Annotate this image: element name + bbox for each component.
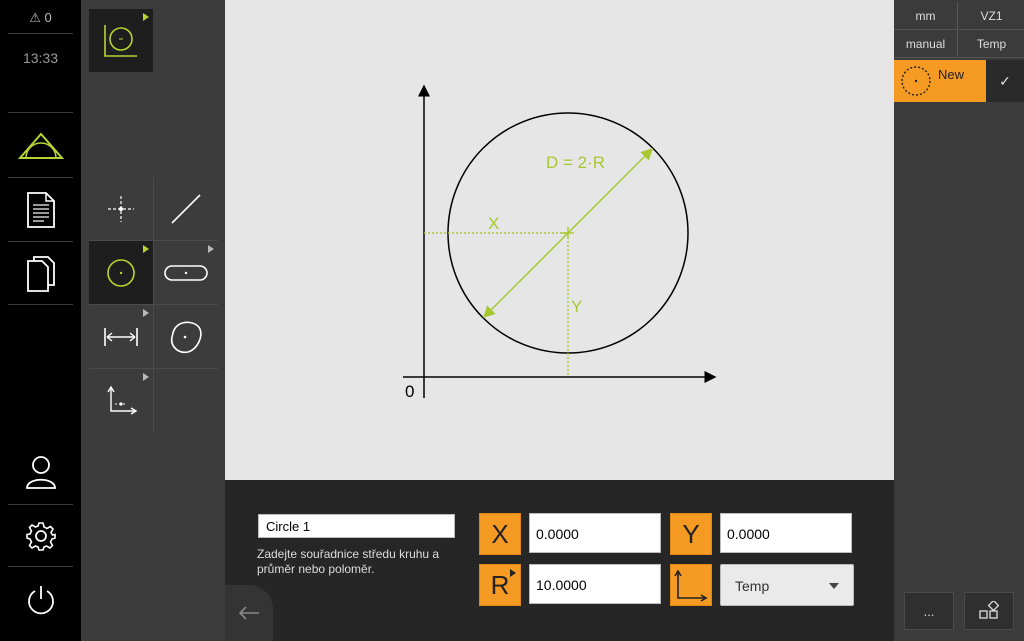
mode-button[interactable]: manual — [894, 30, 958, 58]
chevron-down-icon — [829, 583, 839, 589]
x-label: X — [488, 214, 499, 233]
more-button[interactable]: ... — [904, 592, 954, 630]
main-menu: ⚠ 0 13:33 — [0, 0, 81, 641]
tool-blob[interactable] — [154, 305, 218, 368]
y-label: Y — [571, 297, 582, 316]
divider — [89, 368, 218, 369]
menu-user-login[interactable] — [0, 442, 81, 502]
submenu-indicator — [143, 245, 149, 253]
circle-diagram: D = 2·R X Y 0 — [403, 84, 717, 401]
tool-point[interactable] — [89, 177, 153, 240]
point-icon — [108, 195, 134, 222]
divider — [8, 33, 73, 34]
menu-measurement-report[interactable] — [0, 180, 81, 240]
confirm-button[interactable]: ✓ — [986, 60, 1024, 102]
tool-distance[interactable] — [89, 305, 153, 368]
inspector: mm VZ1 manual Temp New ✓ ... — [894, 0, 1024, 641]
divider — [8, 566, 73, 567]
submenu-indicator — [143, 309, 149, 317]
circle-icon — [107, 258, 135, 287]
back-button[interactable] — [225, 585, 273, 641]
divider — [8, 112, 73, 113]
menu-settings[interactable] — [0, 506, 81, 566]
tool-circle[interactable] — [89, 241, 153, 304]
user-icon — [25, 456, 56, 489]
divider — [8, 504, 73, 505]
reference-system-icon — [107, 385, 137, 415]
y-label-button: Y — [670, 513, 712, 555]
menu-measure[interactable] — [0, 116, 81, 176]
tool-palette — [81, 0, 225, 641]
grid-icon — [979, 601, 999, 619]
report-icon — [26, 192, 55, 228]
x-value-field[interactable]: 0.0000 — [529, 513, 661, 553]
new-feature-label: New — [938, 67, 965, 82]
radius-diameter-toggle[interactable]: R — [479, 564, 521, 606]
empty-slot — [154, 369, 218, 432]
y-value-field[interactable]: 0.0000 — [720, 513, 852, 553]
instruction-text: Zadejte souřadnice středu kruhu a průměr… — [257, 547, 440, 576]
reference-system-select[interactable]: Temp — [720, 564, 854, 606]
divider — [8, 177, 73, 178]
submenu-indicator — [143, 13, 149, 21]
diameter-label: D = 2·R — [546, 153, 605, 172]
arrow-left-icon — [238, 606, 259, 620]
circle-icon — [901, 66, 931, 96]
clock: 13:33 — [22, 50, 59, 66]
more-label: ... — [923, 603, 935, 619]
files-icon — [26, 256, 55, 292]
tool-reference-system[interactable] — [89, 369, 153, 432]
submenu-indicator — [143, 373, 149, 381]
radius-value-field[interactable]: 10.0000 — [529, 564, 661, 604]
axes-icon — [674, 569, 708, 602]
feature-name-field[interactable]: Circle 1 — [258, 514, 455, 538]
divider — [89, 304, 218, 305]
feature-view-button[interactable] — [964, 592, 1014, 630]
menu-file-management[interactable] — [0, 244, 81, 304]
measure-icon — [17, 132, 64, 159]
workspace: D = 2·R X Y 0 — [225, 0, 894, 480]
tool-manual-measurement[interactable] — [89, 9, 153, 72]
toggle-indicator — [510, 569, 516, 577]
unit-button[interactable]: mm — [894, 2, 958, 30]
reference-button[interactable]: Temp — [959, 30, 1024, 58]
manual-measurement-icon — [104, 24, 137, 57]
check-icon: ✓ — [999, 72, 1011, 89]
tool-slot[interactable] — [154, 241, 218, 304]
distance-icon — [104, 327, 138, 346]
divider — [153, 177, 154, 433]
input-panel: Circle 1 Zadejte souřadnice středu kruhu… — [225, 480, 894, 641]
slot-icon — [164, 264, 208, 281]
reference-system-button — [670, 564, 712, 606]
origin-label: 0 — [405, 382, 414, 401]
line-icon — [171, 193, 201, 224]
gear-icon — [25, 522, 56, 551]
preset-button[interactable]: VZ1 — [959, 2, 1024, 30]
power-icon — [27, 586, 54, 615]
reference-select-value: Temp — [735, 578, 770, 594]
divider — [89, 240, 218, 241]
divider — [8, 241, 73, 242]
blob-icon — [170, 321, 202, 353]
radius-label: R — [490, 569, 510, 600]
divider — [8, 304, 73, 305]
new-feature-item[interactable]: New — [894, 60, 986, 102]
menu-switch-off[interactable] — [0, 570, 81, 630]
x-label-button: X — [479, 513, 521, 555]
tool-line[interactable] — [154, 177, 218, 240]
message-count[interactable]: ⚠ 0 — [0, 10, 81, 26]
submenu-indicator — [208, 245, 214, 253]
